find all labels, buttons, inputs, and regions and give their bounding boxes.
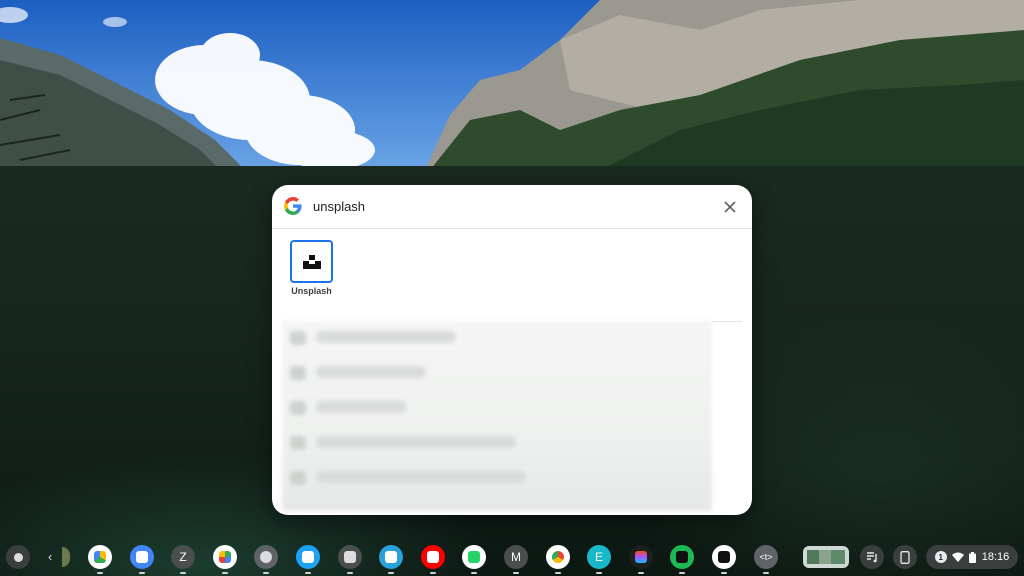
phone-hub-button[interactable] [893,545,917,569]
shelf-app-whatsapp[interactable] [462,545,486,569]
running-indicator [180,572,186,574]
results-divider [712,321,742,322]
drive-icon [94,551,106,563]
status-area[interactable]: 1 18:16 [926,545,1018,569]
notification-count-badge[interactable]: 1 [934,551,947,563]
unsplash-shelf-icon [718,551,730,563]
shelf-app-settings[interactable] [254,545,278,569]
wifi-icon [952,552,965,562]
running-indicator [596,572,602,574]
google-icon [284,197,302,215]
running-indicator [471,572,477,574]
clock: 18:16 [981,551,1010,563]
running-indicator [222,572,228,574]
code-app-icon: <t> [759,552,773,562]
shelf-app-spotify[interactable] [670,545,694,569]
settings-icon [260,551,272,563]
m-app-icon: M [511,550,521,564]
unsplash-icon [302,254,321,269]
running-indicator [763,572,769,574]
unsplash-app-tile[interactable] [290,240,333,283]
launcher-button[interactable] [6,545,30,569]
running-indicator [555,572,561,574]
running-indicator [638,572,644,574]
running-indicator [139,572,145,574]
running-indicator [347,572,353,574]
shelf-app-zoom-app[interactable]: Z [171,545,195,569]
launcher-panel: Unsplash [272,185,752,515]
media-controls-button[interactable] [860,545,884,569]
app-result-label: Unsplash [291,286,332,296]
shelf-app-code-app[interactable]: <t> [754,545,778,569]
running-indicator [263,572,269,574]
running-indicator [305,572,311,574]
docs-icon [136,551,148,563]
shelf-app-unsplash-shelf[interactable] [712,545,736,569]
shelf-app-m-app[interactable]: M [504,545,528,569]
whatsapp-icon [468,551,480,563]
launcher-circle-icon [13,552,23,562]
shelf-app-figma[interactable] [629,545,653,569]
search-bar [272,185,752,229]
shelf-app-e-app[interactable]: E [587,545,611,569]
shelf-app-play-store[interactable] [213,545,237,569]
shelf-app-twitter[interactable] [296,545,320,569]
holding-space-thumbnails[interactable] [803,546,849,568]
terminal-icon [344,551,356,563]
app-result-unsplash[interactable]: Unsplash [284,240,339,300]
shelf-app-youtube[interactable] [421,545,445,569]
shelf-app-terminal[interactable] [338,545,362,569]
battery-icon [969,551,977,563]
zoom-app-icon: Z [179,550,187,564]
figma-icon [635,551,647,563]
running-indicator [513,572,519,574]
shelf-app-drive[interactable] [88,545,112,569]
running-indicator [430,572,436,574]
shelf-app-telegram[interactable] [379,545,403,569]
play-store-icon [219,551,231,563]
wallpaper [0,0,1024,170]
shelf-scroll-left-button[interactable]: ‹ [48,549,52,564]
running-indicator [97,572,103,574]
e-app-icon: E [594,550,603,564]
playlist-icon [867,552,877,563]
spotify-icon [676,551,688,563]
blurred-search-results [282,321,712,511]
close-icon [724,201,736,213]
shelf-app-docs[interactable] [130,545,154,569]
clear-search-button[interactable] [720,197,740,217]
phone-icon [900,550,910,564]
twitter-icon [302,551,314,563]
running-indicator [388,572,394,574]
telegram-icon [385,551,397,563]
running-indicator [679,572,685,574]
search-input[interactable] [313,196,693,216]
chrome-icon [552,551,564,563]
running-indicator [721,572,727,574]
youtube-icon [427,551,439,563]
shelf-app-chrome[interactable] [546,545,570,569]
